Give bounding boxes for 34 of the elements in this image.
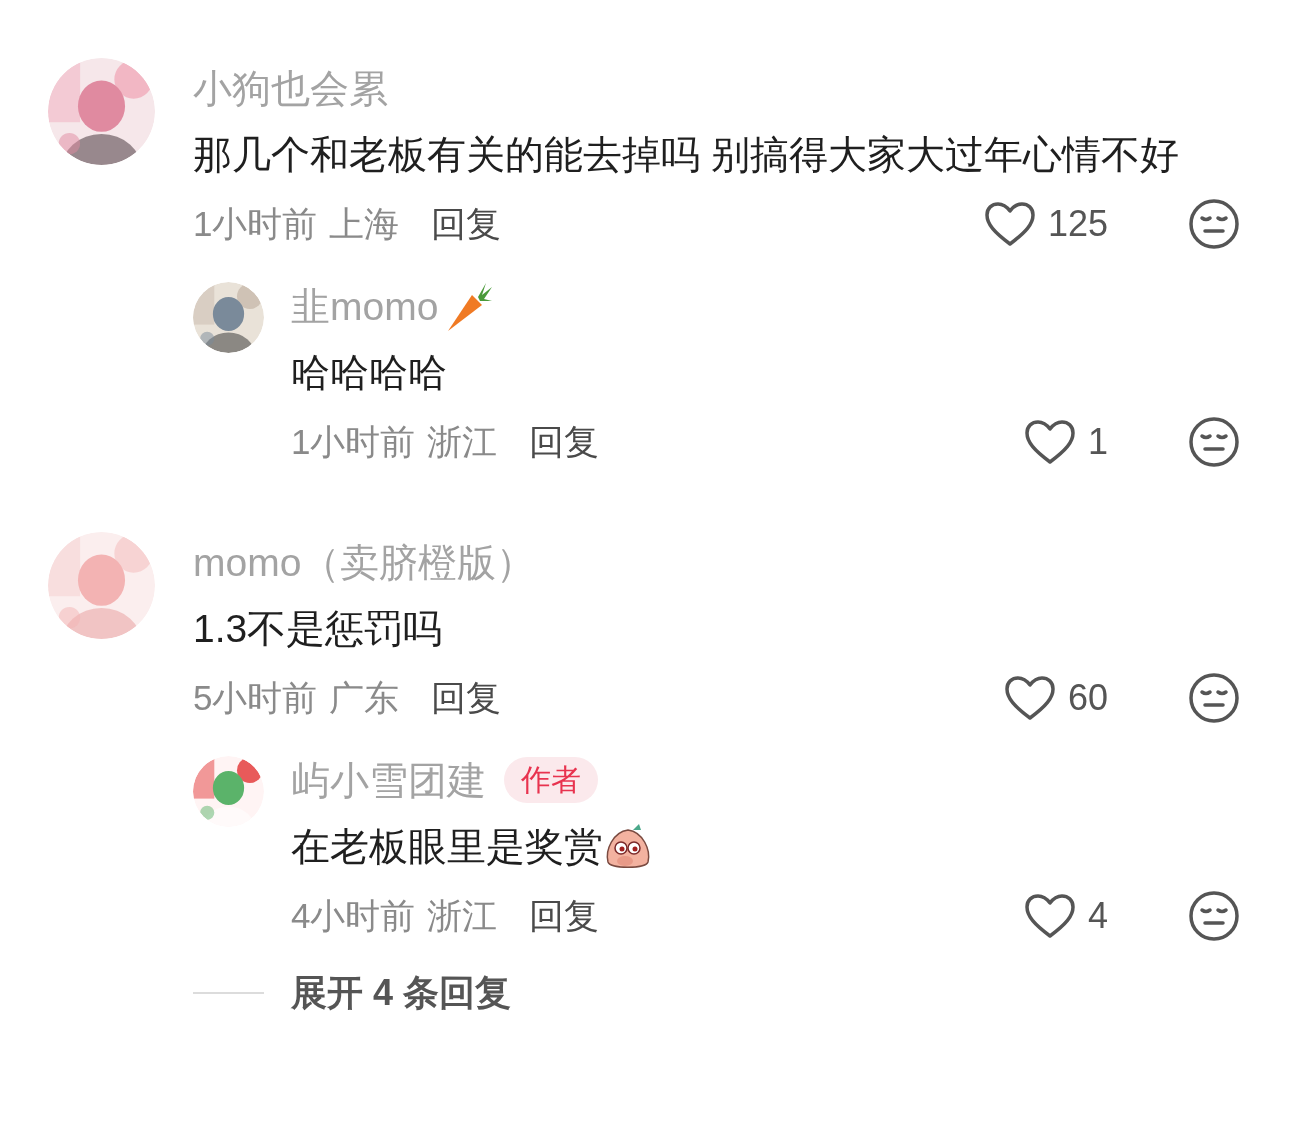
dislike-face-icon[interactable]: [1188, 672, 1240, 724]
comment-text: 1.3不是惩罚吗: [193, 606, 443, 652]
comment-text: 哈哈哈哈: [291, 350, 447, 396]
comment-time: 5小时前: [193, 676, 318, 719]
reply-button[interactable]: 回复: [529, 889, 600, 943]
comment-text: 那几个和老板有关的能去掉吗 别搞得大家大过年心情不好: [193, 132, 1179, 178]
heart-icon[interactable]: [1023, 419, 1076, 465]
comment-time: 4小时前: [291, 894, 416, 937]
comment-location: 浙江: [427, 894, 498, 937]
like-count: 4: [1087, 898, 1108, 934]
like-count: 60: [1067, 680, 1108, 716]
reply-button[interactable]: 回复: [529, 415, 600, 469]
comment-text: 在老板眼里是奖赏: [291, 824, 603, 870]
reply-button[interactable]: 回复: [431, 671, 502, 725]
heart-icon[interactable]: [1003, 675, 1056, 721]
dislike-face-icon[interactable]: [1188, 890, 1240, 942]
comment-location: 上海: [329, 202, 400, 245]
comment-time: 1小时前: [193, 202, 318, 245]
dislike-face-icon[interactable]: [1188, 416, 1240, 468]
heart-icon[interactable]: [983, 201, 1036, 247]
user-name: 屿小雪团建: [291, 760, 486, 800]
comment-time: 1小时前: [291, 420, 416, 463]
heart-icon[interactable]: [1023, 893, 1076, 939]
user-name: momo（卖脐橙版）: [193, 542, 536, 582]
dislike-face-icon[interactable]: [1188, 198, 1240, 250]
user-name: 韭momo: [291, 286, 439, 326]
comment-location: 广东: [329, 676, 400, 719]
user-name: 小狗也会累: [193, 68, 388, 108]
like-count: 1: [1087, 424, 1108, 460]
comment-location: 浙江: [427, 420, 498, 463]
author-badge: 作者: [504, 757, 598, 803]
expand-replies-button[interactable]: 展开 4 条回复: [291, 966, 512, 1020]
like-count: 125: [1047, 206, 1108, 242]
reply-button[interactable]: 回复: [431, 197, 502, 251]
